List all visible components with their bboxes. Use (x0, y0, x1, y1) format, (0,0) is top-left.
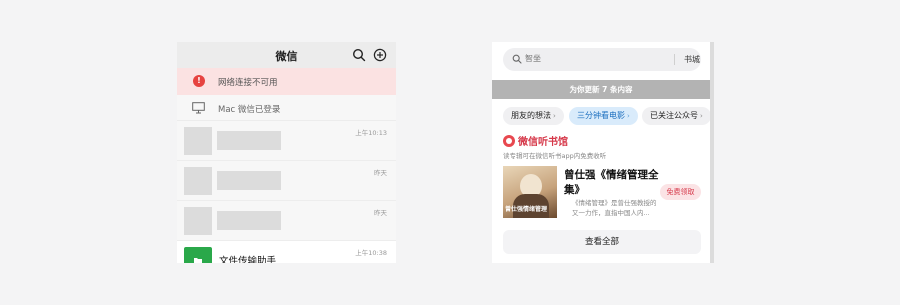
chevron-right-icon: › (627, 112, 630, 120)
plus-circle-icon[interactable] (373, 48, 387, 62)
chevron-right-icon: › (553, 112, 556, 120)
chat-time: 上午10:38 (355, 249, 387, 257)
chat-name-placeholder (217, 131, 281, 150)
search-icon[interactable] (352, 48, 366, 62)
bookstore-link[interactable]: 书城 (684, 54, 700, 65)
scrollbar[interactable] (710, 42, 714, 263)
cover-text: 曾仕强情绪管理 (505, 206, 548, 213)
audio-library-icon (503, 135, 515, 147)
chat-list-item[interactable]: 昨天 (177, 161, 396, 201)
chat-time: 昨天 (374, 209, 387, 217)
book-title[interactable]: 曾仕强《情绪管理全集》 (564, 168, 664, 198)
search-bar[interactable]: 书城 (503, 48, 701, 71)
chevron-right-icon: › (700, 112, 703, 120)
chat-list-item[interactable]: 昨天 (177, 201, 396, 241)
chat-time: 昨天 (374, 169, 387, 177)
book-cover[interactable]: 曾仕强情绪管理 (503, 166, 557, 218)
update-notice[interactable]: 为你更新 7 条内容 (492, 80, 710, 99)
chip-label: 已关注公众号 (650, 111, 698, 120)
warning-icon: ! (193, 75, 205, 87)
network-warning-text: 网络连接不可用 (218, 78, 278, 88)
view-all-button[interactable]: 查看全部 (503, 230, 701, 254)
book-description: 《情绪管理》是曾仕强教授的又一力作，直指中国人内... (572, 199, 657, 217)
library-subtitle: 读专辑可在微信听书app内免费收听 (503, 152, 607, 160)
free-claim-button[interactable]: 免费领取 (660, 184, 701, 200)
search-input[interactable] (525, 54, 645, 63)
chip-friends-thoughts[interactable]: 朋友的想法 › (503, 107, 564, 125)
chip-followed-accounts[interactable]: 已关注公众号 › (642, 107, 711, 125)
network-warning-bar[interactable]: ! 网络连接不可用 (177, 68, 396, 95)
avatar (184, 127, 212, 155)
avatar (184, 167, 212, 195)
file-transfer-chat[interactable]: 文件传输助手 上午10:38 (177, 241, 396, 263)
chat-name-placeholder (217, 211, 281, 230)
chat-list-item[interactable]: 上午10:13 (177, 121, 396, 161)
chat-name-placeholder (217, 171, 281, 190)
avatar (184, 207, 212, 235)
wechat-screen: 微信 ! 网络连接不可用 Mac 微信已登录 上午10:13 昨天 昨天 文件传… (177, 42, 396, 263)
divider (674, 54, 675, 65)
search-icon (512, 54, 522, 64)
reader-screen: 书城 为你更新 7 条内容 朋友的想法› 三分钟看电影› 已关注公众号› 微信听… (492, 42, 714, 263)
desktop-monitor-icon (192, 102, 205, 114)
chip-label: 三分钟看电影 (577, 111, 625, 120)
chip-label: 朋友的想法 (511, 111, 551, 120)
chat-name: 文件传输助手 (219, 256, 277, 263)
mac-login-text: Mac 微信已登录 (218, 105, 281, 115)
chat-time: 上午10:13 (355, 129, 387, 137)
mac-login-row[interactable]: Mac 微信已登录 (177, 95, 396, 121)
wechat-header: 微信 (177, 42, 396, 68)
file-transfer-avatar (184, 247, 212, 263)
library-title[interactable]: 微信听书馆 (518, 133, 568, 148)
chip-three-minute-movies[interactable]: 三分钟看电影 › (569, 107, 638, 125)
folder-icon (194, 258, 202, 263)
